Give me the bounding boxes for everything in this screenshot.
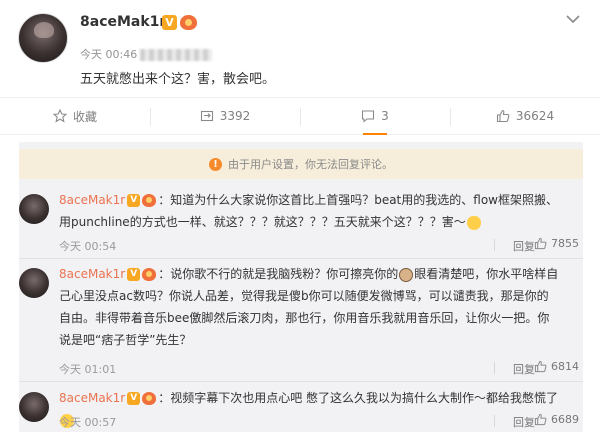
- fan-level-icon[interactable]: [142, 392, 157, 405]
- comment-text-part1: ：说你歌不行的就是我脑残粉？你可擦亮你的: [158, 267, 399, 281]
- comment-button[interactable]: 3: [300, 98, 450, 135]
- thumb-up-icon: [496, 109, 510, 123]
- author-name[interactable]: 8aceMak1r: [80, 14, 166, 30]
- comment-avatar[interactable]: [19, 194, 49, 224]
- favorite-label: 收藏: [72, 109, 97, 124]
- comment-section: ! 由于用户设置，你无法回复评论。 8aceMak1r V ：知道为什么大家说你这首…: [19, 142, 583, 432]
- comment-like-count: 6814: [551, 360, 579, 373]
- author-avatar[interactable]: [18, 13, 68, 63]
- comment-like-button[interactable]: 6689: [534, 413, 579, 426]
- comment-time: 今天 01:01: [59, 363, 117, 376]
- fan-level-icon[interactable]: [180, 15, 197, 30]
- comment-like-button[interactable]: 7855: [534, 237, 579, 250]
- post-action-bar: 收藏 3392 3 36624: [0, 97, 600, 135]
- action-separator: [494, 415, 495, 427]
- warning-icon: !: [209, 157, 222, 171]
- comment-like-count: 6689: [551, 413, 579, 426]
- like-count: 36624: [515, 109, 555, 123]
- reply-restricted-notice: ! 由于用户设置，你无法回复评论。: [19, 149, 583, 179]
- fan-level-icon[interactable]: [142, 194, 157, 207]
- comment-body: 8aceMak1r V ：说你歌不行的就是我脑残粉？你可擦亮你的 眼看清楚吧，你水平啥…: [59, 263, 559, 351]
- comment-divider: [19, 381, 583, 382]
- comment-author-badges: V: [127, 392, 157, 405]
- like-button[interactable]: 36624: [450, 98, 600, 134]
- comment-time: 今天 00:54: [59, 240, 117, 253]
- v-verified-icon[interactable]: V: [127, 392, 141, 405]
- repost-button[interactable]: 3392: [150, 98, 300, 134]
- comment-avatar[interactable]: [19, 392, 49, 422]
- comment-reply-button[interactable]: 回复: [513, 238, 535, 254]
- comment-body: 8aceMak1r V ：视频字幕下次也用点心吧 憋了这么久我以为搞什么大制作～都给…: [59, 387, 559, 431]
- weibo-post: 8aceMak1r V 今天 00:46 五天就憋出来个这？害，散会吧。: [0, 0, 600, 95]
- comment-reply-button[interactable]: 回复: [513, 361, 535, 377]
- favorite-button[interactable]: 收藏: [0, 98, 150, 134]
- chevron-down-icon[interactable]: [566, 12, 580, 28]
- comment-time: 今天 00:57: [59, 416, 117, 429]
- comment-author-badges: V: [127, 268, 157, 281]
- clap-emoji-icon: [466, 215, 481, 230]
- v-verified-icon[interactable]: V: [127, 194, 141, 207]
- thumb-up-icon: [534, 360, 547, 373]
- comment-count: 3: [381, 109, 389, 123]
- comment-author[interactable]: 8aceMak1r: [59, 391, 125, 405]
- comment-icon: [362, 110, 375, 123]
- post-meta: 今天 00:46: [80, 46, 213, 62]
- comment-author[interactable]: 8aceMak1r: [59, 267, 125, 281]
- comment-reply-button[interactable]: 回复: [513, 414, 535, 430]
- comment-avatar[interactable]: [19, 268, 49, 298]
- comment-body: 8aceMak1r V ：知道为什么大家说你这首比上首强吗？beat用的我选的、fl…: [59, 189, 559, 233]
- comment-author-badges: V: [127, 194, 157, 207]
- v-verified-icon[interactable]: V: [127, 268, 141, 281]
- action-separator: [494, 362, 495, 374]
- thumb-up-icon: [534, 413, 547, 426]
- action-separator: [494, 239, 495, 251]
- post-time: 今天 00:46: [80, 48, 138, 61]
- comment-text: ：视频字幕下次也用点心吧 憋了这么久我以为搞什么大制作～都给我憋慌了: [158, 391, 559, 405]
- author-badges: V: [162, 15, 197, 30]
- comment-like-count: 7855: [551, 237, 579, 250]
- repost-icon: [200, 110, 213, 122]
- repost-count: 3392: [219, 109, 251, 123]
- post-text: 五天就憋出来个这？害，散会吧。: [80, 72, 276, 87]
- dog-emoji-icon: [399, 267, 414, 282]
- thumb-up-icon: [534, 237, 547, 250]
- comment-divider: [19, 258, 583, 259]
- fan-level-icon[interactable]: [142, 268, 157, 281]
- notice-text: 由于用户设置，你无法回复评论。: [228, 158, 393, 171]
- blurred-source: [140, 49, 213, 61]
- star-icon: [52, 109, 67, 123]
- comment-like-button[interactable]: 6814: [534, 360, 579, 373]
- comment-author[interactable]: 8aceMak1r: [59, 193, 125, 207]
- v-verified-icon[interactable]: V: [162, 15, 177, 30]
